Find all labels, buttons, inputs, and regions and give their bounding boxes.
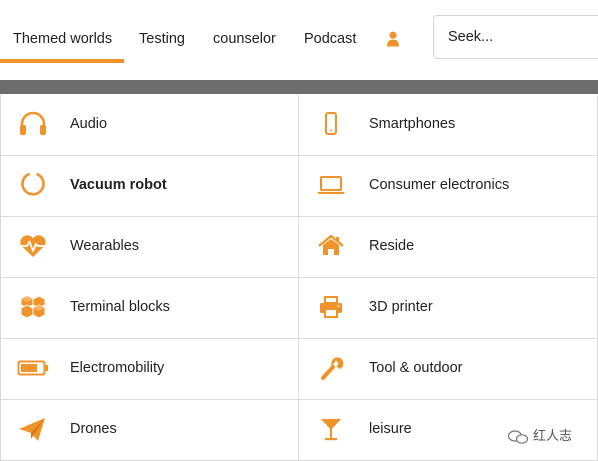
paper-plane-icon [19, 418, 45, 441]
menu-item-electromobility[interactable]: Electromobility [1, 338, 298, 399]
nav-tab-counselor[interactable]: counselor [213, 31, 276, 47]
user-icon[interactable] [386, 31, 400, 47]
home-icon [318, 234, 344, 255]
menu-item-label: leisure [369, 421, 412, 437]
menu-item-smartphones[interactable]: Smartphones [299, 94, 598, 155]
menu-item-label: Consumer electronics [369, 177, 510, 193]
headphones-icon [20, 111, 46, 135]
watermark-text: 红人志 [533, 428, 573, 443]
wrench-icon [321, 357, 344, 380]
ring-icon [21, 173, 45, 196]
heartbeat-icon [20, 235, 46, 257]
top-navigation: Themed worlds Testing counselor Podcast [0, 0, 598, 80]
menu-item-label: Terminal blocks [70, 299, 170, 315]
cubes-icon [20, 295, 46, 319]
nav-tab-testing[interactable]: Testing [139, 31, 185, 47]
search-input[interactable] [448, 16, 598, 58]
nav-tab-podcast[interactable]: Podcast [304, 31, 356, 47]
menu-item-audio[interactable]: Audio [1, 94, 298, 155]
menu-item-label: Drones [70, 421, 117, 437]
battery-icon [17, 360, 48, 376]
watermark: 红人志 [507, 425, 572, 444]
menu-item-label: Audio [70, 116, 108, 132]
menu-item-vacuum-robot[interactable]: Vacuum robot [1, 155, 298, 216]
printer-icon [320, 296, 342, 318]
menu-item-label: Tool & outdoor [369, 360, 463, 376]
menu-item-3d-printer[interactable]: 3D printer [299, 277, 598, 338]
menu-item-label: Electromobility [70, 360, 165, 376]
menu-item-label: Vacuum robot [70, 177, 167, 193]
menu-item-consumer-electronics[interactable]: Consumer electronics [299, 155, 598, 216]
menu-item-label: Smartphones [369, 116, 456, 132]
menu-item-wearables[interactable]: Wearables [1, 216, 298, 277]
wechat-icon [507, 429, 529, 444]
menu-item-reside[interactable]: Reside [299, 216, 598, 277]
page-backdrop [0, 80, 598, 94]
menu-item-label: Wearables [70, 238, 140, 254]
laptop-icon [317, 176, 345, 194]
menu-item-drones[interactable]: Drones [1, 399, 298, 460]
cocktail-icon [321, 419, 341, 441]
search-box [433, 15, 598, 59]
menu-item-tool-outdoor[interactable]: Tool & outdoor [299, 338, 598, 399]
menu-item-label: Reside [369, 238, 415, 254]
nav-tab-themed-worlds[interactable]: Themed worlds [13, 31, 112, 47]
active-tab-indicator [0, 59, 124, 63]
menu-item-terminal-blocks[interactable]: Terminal blocks [1, 277, 298, 338]
themed-worlds-dropdown: Audio Vacuum robot Wearables Terminal bl… [0, 94, 598, 461]
menu-item-label: 3D printer [369, 299, 433, 315]
smartphone-icon [325, 112, 337, 135]
